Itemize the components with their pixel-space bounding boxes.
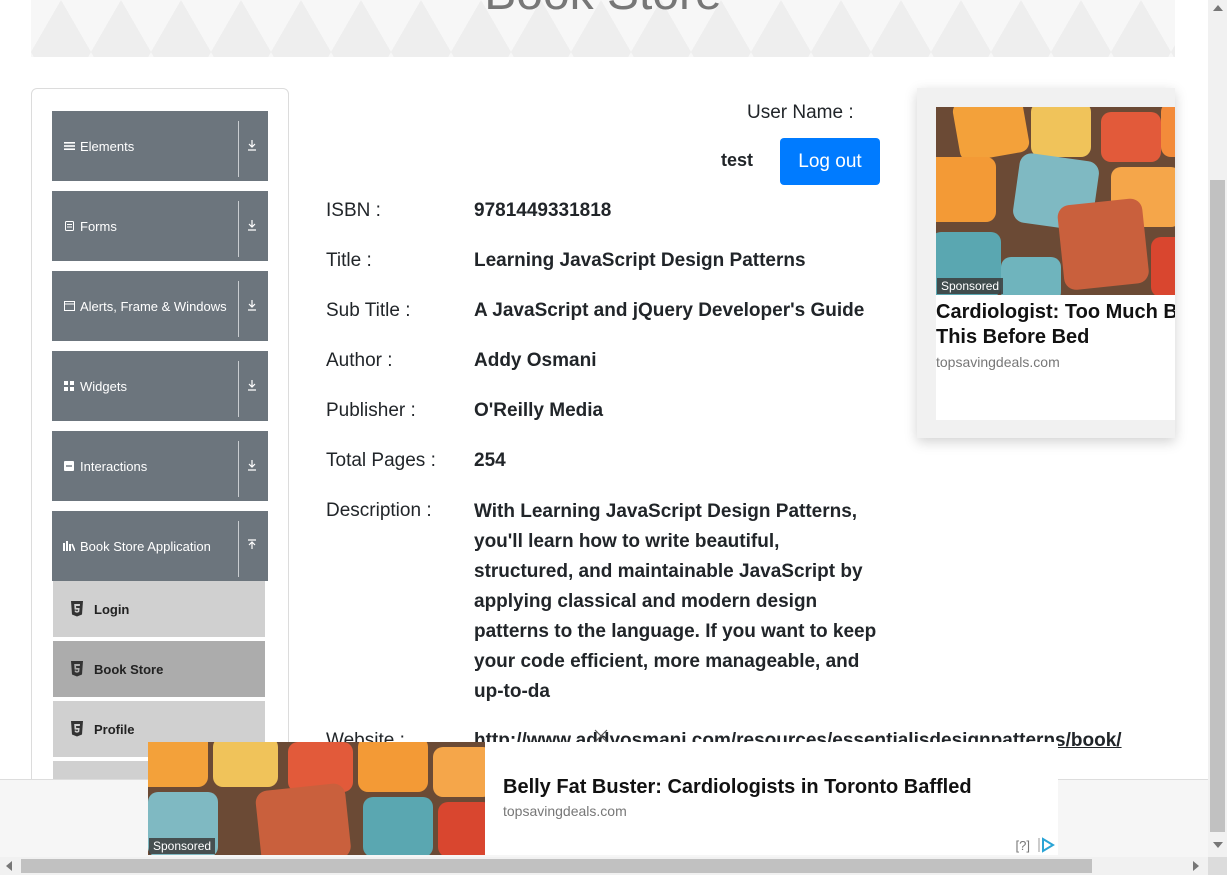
- username-label: User Name :: [747, 102, 854, 123]
- html5-icon: [71, 601, 83, 617]
- subtitle-label: Sub Title :: [326, 300, 411, 321]
- description-value: With Learning JavaScript Design Patterns…: [474, 501, 877, 702]
- divider: [238, 281, 239, 337]
- ad-help-link[interactable]: [?]: [1016, 838, 1030, 853]
- html5-icon: [71, 661, 83, 677]
- bookshelf-icon: [63, 540, 75, 552]
- username-value: test: [721, 150, 754, 170]
- download-arrow-icon: [246, 379, 258, 393]
- header-banner: Book Store: [31, 0, 1175, 57]
- interaction-icon: [63, 460, 75, 472]
- sidebar-group-book-store-application[interactable]: Book Store Application: [52, 511, 268, 581]
- hamburger-icon: [63, 140, 75, 152]
- divider: [238, 361, 239, 417]
- sidebar-group-interactions[interactable]: Interactions: [52, 431, 268, 501]
- sidebar-group-alerts[interactable]: Alerts, Frame & Windows: [52, 271, 268, 341]
- page-title: Book Store: [31, 0, 1175, 21]
- sidebar-item-label: Profile: [94, 721, 135, 737]
- sidebar-group-label: Interactions: [80, 458, 148, 474]
- sidebar-group-label: Alerts, Frame & Windows: [80, 298, 227, 314]
- author-value: Addy Osmani: [474, 350, 597, 371]
- grid-icon: [63, 380, 75, 392]
- html5-icon: [71, 721, 83, 737]
- isbn-value: 9781449331818: [474, 200, 612, 221]
- ad-image[interactable]: Sponsored: [148, 742, 485, 855]
- sidebar: Elements Forms Alerts, Frame & Windows W…: [31, 88, 289, 788]
- isbn-label: ISBN :: [326, 200, 381, 221]
- ad-title-line: This Before Bed: [936, 326, 1090, 348]
- side-ad[interactable]: Sponsored Cardiologist: Too Much Belly T…: [917, 88, 1175, 438]
- sidebar-group-label: Widgets: [80, 378, 127, 394]
- description-label: Description :: [326, 500, 432, 521]
- author-label: Author :: [326, 350, 393, 371]
- horizontal-scrollbar[interactable]: [0, 857, 1208, 875]
- sidebar-group-elements[interactable]: Elements: [52, 111, 268, 181]
- sponsored-tag: Sponsored: [937, 278, 1004, 294]
- divider: [238, 201, 239, 257]
- download-arrow-icon: [246, 459, 258, 473]
- scrollbar-thumb[interactable]: [1210, 180, 1225, 832]
- ad-title[interactable]: Belly Fat Buster: Cardiologists in Toron…: [503, 776, 972, 799]
- logout-button[interactable]: Log out: [780, 138, 880, 185]
- ad-domain: topsavingdeals.com: [936, 354, 1060, 370]
- sidebar-item-label: Book Store: [94, 661, 164, 677]
- ad-image[interactable]: Sponsored: [936, 107, 1175, 295]
- scroll-down-arrow-icon[interactable]: [1213, 842, 1223, 848]
- ad-title[interactable]: Cardiologist: Too Much Belly This Before…: [936, 300, 1175, 350]
- bottom-ad[interactable]: Sponsored Belly Fat Buster: Cardiologist…: [148, 742, 1058, 855]
- sidebar-item-book-store[interactable]: Book Store: [53, 641, 265, 699]
- form-icon: [63, 220, 75, 232]
- sidebar-group-forms[interactable]: Forms: [52, 191, 268, 261]
- title-label: Title :: [326, 250, 372, 271]
- download-arrow-icon: [246, 139, 258, 153]
- divider: [238, 521, 239, 577]
- sidebar-group-label: Elements: [80, 138, 135, 154]
- page: Book Store Elements Forms: [0, 0, 1227, 875]
- ad-domain: topsavingdeals.com: [503, 803, 627, 819]
- upload-arrow-icon: [246, 539, 258, 553]
- publisher-label: Publisher :: [326, 400, 416, 421]
- close-icon[interactable]: [593, 728, 609, 744]
- sidebar-item-label: Login: [94, 601, 130, 617]
- vertical-scrollbar[interactable]: [1208, 0, 1227, 857]
- window-icon: [63, 300, 75, 312]
- sidebar-item-login[interactable]: Login: [53, 581, 265, 639]
- subtitle-value: A JavaScript and jQuery Developer's Guid…: [474, 300, 865, 321]
- scroll-up-arrow-icon[interactable]: [1213, 5, 1223, 11]
- scrollbar-thumb[interactable]: [21, 859, 1092, 873]
- scroll-right-arrow-icon[interactable]: [1193, 861, 1199, 871]
- publisher-value: O'Reilly Media: [474, 400, 604, 421]
- scroll-left-arrow-icon[interactable]: [6, 861, 12, 871]
- title-value: Learning JavaScript Design Patterns: [474, 250, 806, 271]
- ad-title-line: Cardiologist: Too Much Belly: [936, 301, 1175, 323]
- sidebar-group-label: Book Store Application: [80, 538, 211, 554]
- scrollbar-corner: [1208, 857, 1227, 875]
- download-arrow-icon: [246, 219, 258, 233]
- divider: [238, 441, 239, 497]
- side-ad-card[interactable]: Sponsored Cardiologist: Too Much Belly T…: [936, 107, 1175, 420]
- sidebar-group-label: Forms: [80, 218, 117, 234]
- pages-value: 254: [474, 450, 506, 471]
- divider: [238, 121, 239, 177]
- ad-choices-icon[interactable]: [1038, 837, 1056, 853]
- sponsored-tag: Sponsored: [149, 838, 216, 854]
- sidebar-group-widgets[interactable]: Widgets: [52, 351, 268, 421]
- pages-label: Total Pages :: [326, 450, 436, 471]
- download-arrow-icon: [246, 299, 258, 313]
